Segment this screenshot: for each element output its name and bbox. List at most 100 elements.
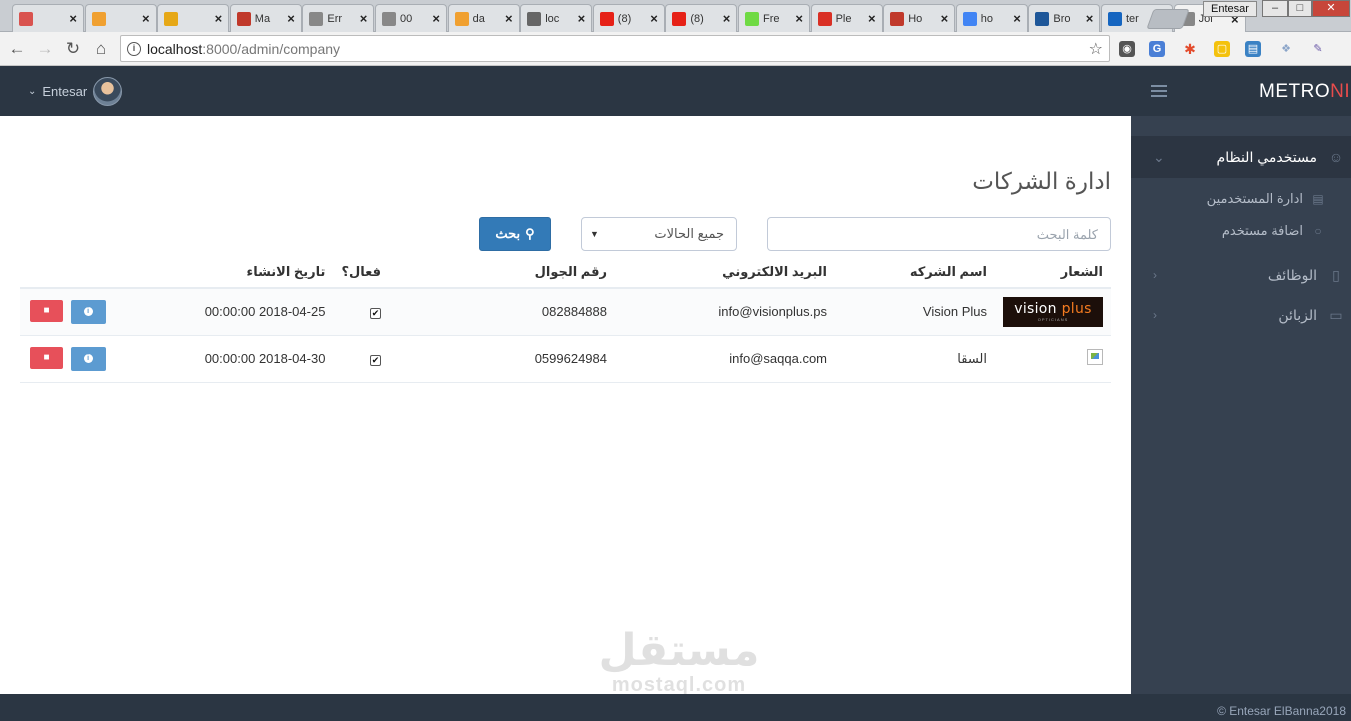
close-tab-icon[interactable]: × (215, 11, 223, 26)
extension-shield-icon[interactable]: ◉ (1119, 41, 1135, 57)
details-button[interactable]: i (70, 346, 106, 371)
new-tab-button[interactable] (1146, 9, 1190, 29)
home-icon[interactable]: ⌂ (90, 38, 112, 60)
browser-tab[interactable]: Fre × (738, 4, 810, 32)
url-path: :8000/admin/company (202, 40, 341, 57)
browser-tab[interactable]: × (84, 4, 157, 32)
browser-tab[interactable]: Bro × (1028, 4, 1101, 32)
sidebar-item-jobs[interactable]: ▯ الوظائف ‹ (1131, 254, 1351, 296)
close-tab-icon[interactable]: × (432, 11, 440, 26)
google-icon (962, 11, 977, 26)
company-mobile: 082884888 (389, 288, 615, 336)
keep-icon[interactable]: ▢ (1214, 41, 1230, 57)
browser-tab[interactable]: 00 × (375, 4, 447, 32)
user-icon: ☺ (1328, 149, 1344, 165)
close-tab-icon[interactable]: × (578, 11, 586, 26)
phpmyadmin-icon (91, 11, 106, 26)
status-filter-select[interactable]: جميع الحالات ▼ (581, 217, 737, 251)
close-tab-icon[interactable]: × (723, 11, 731, 26)
sidebar-item-label: مستخدمي النظام (1216, 148, 1317, 165)
browser-tab[interactable]: da × (447, 4, 520, 32)
table-header-row: الشعار اسم الشركه البريد الالكتروني رقم … (20, 256, 1111, 289)
browser-tab-title: loc (545, 12, 560, 25)
details-button[interactable]: i (70, 299, 106, 324)
active-checkbox[interactable]: ✔ (370, 355, 381, 366)
browser-tab[interactable]: × (12, 4, 84, 32)
profile-button[interactable]: Entesar (1203, 1, 1257, 17)
close-tab-icon[interactable]: × (69, 11, 77, 26)
browser-tab[interactable]: Ple × (810, 4, 883, 32)
monitor-icon: ▭ (1329, 307, 1343, 323)
sidebar-subitem-manage-users[interactable]: ▤ ادارة المستخدمين (1131, 184, 1351, 214)
pinwheel-icon[interactable]: ✱ (1182, 41, 1198, 57)
bookmark-star-icon[interactable]: ☆ (1089, 39, 1103, 59)
close-tab-icon[interactable]: × (505, 11, 513, 26)
info-icon: i (83, 354, 93, 363)
back-icon[interactable]: ← (6, 38, 28, 60)
browser-tab-title: Ple (835, 12, 852, 25)
close-tab-icon[interactable]: × (287, 11, 295, 26)
maximize-icon[interactable]: □ (1288, 0, 1312, 17)
translate-icon[interactable]: G (1149, 41, 1165, 57)
sidebar-subitem-add-user[interactable]: ○ اضافة مستخدم (1131, 216, 1351, 246)
hosting-icon (890, 11, 905, 26)
page-icon (382, 11, 396, 26)
copyright-text: © Entesar ElBanna2018 (1217, 704, 1346, 718)
user-menu[interactable]: ⌄ Entesar (28, 77, 123, 106)
table-row: السقا info@saqqa.com 0599624984 ✔ 2018-0… (20, 335, 1111, 383)
close-tab-icon[interactable]: × (360, 11, 368, 26)
box-icon (1035, 11, 1050, 26)
document-icon: ▯ (1332, 267, 1340, 283)
browser-tab-title: Bro (1053, 12, 1071, 25)
pen-icon[interactable]: ✎ (1310, 41, 1326, 57)
company-logo-cell: vision plus OPTICIANS (995, 288, 1111, 336)
site-info-icon[interactable]: i (127, 41, 141, 56)
browser-tab[interactable]: × (157, 4, 230, 32)
address-bar[interactable]: i localhost:8000/admin/company ☆ (120, 35, 1110, 62)
browser-tab-title: (8) (617, 12, 632, 25)
active-checkbox[interactable]: ✔ (370, 308, 381, 320)
sidebar-subitem-label: اضافة مستخدم (1221, 223, 1303, 238)
close-tab-icon[interactable]: × (868, 11, 876, 26)
company-active-cell: ✔ (333, 335, 389, 383)
close-tab-icon[interactable]: × (650, 11, 658, 26)
bulb-icon: ○ (1314, 224, 1322, 238)
sidebar-item-system-users[interactable]: ☺ مستخدمي النظام ⌄ (1131, 136, 1351, 178)
browser-tab[interactable]: (8) × (592, 4, 665, 32)
close-tab-icon[interactable]: × (142, 11, 150, 26)
company-name: Vision Plus (835, 288, 995, 336)
trash-icon: ■ (43, 352, 50, 363)
delete-button[interactable]: ■ (30, 346, 63, 369)
delete-button[interactable]: ■ (30, 299, 63, 322)
sidebar-item-label: الوظائف (1267, 266, 1317, 283)
browser-tab[interactable]: Ma × (229, 4, 302, 32)
close-tab-icon[interactable]: × (1086, 11, 1094, 26)
browser-tab-title: Err (327, 12, 343, 25)
column-header-mobile: رقم الجوال (389, 256, 615, 289)
close-tab-icon[interactable]: × (1013, 11, 1021, 26)
close-tab-icon[interactable]: × (795, 11, 803, 26)
search-input[interactable] (767, 217, 1111, 251)
browser-tab[interactable]: loc × (520, 4, 593, 32)
menu-toggle-icon[interactable] (1151, 85, 1167, 100)
browser-tab[interactable]: ho × (955, 4, 1028, 32)
url-host: localhost (147, 40, 203, 57)
close-tab-icon[interactable]: × (941, 11, 949, 26)
reload-icon[interactable]: ↻ (62, 38, 84, 60)
table-row: vision plus OPTICIANS Vision Plus info@v… (20, 288, 1111, 336)
dropbox-icon[interactable]: ❖ (1278, 41, 1294, 57)
browser-tab[interactable]: Err × (302, 4, 375, 32)
column-header-active: فعال؟ (333, 256, 389, 289)
column-header-email: البريد الالكتروني (615, 256, 835, 289)
sidebar-item-customers[interactable]: ▭ الزبائن ‹ (1131, 294, 1351, 336)
browser-tab[interactable]: (8) × (665, 4, 738, 32)
tm-icon (1108, 11, 1122, 26)
forward-icon[interactable]: → (34, 38, 56, 60)
minimize-icon[interactable]: – (1262, 0, 1288, 17)
drive-icon[interactable]: ▤ (1245, 41, 1261, 57)
close-window-icon[interactable]: ✕ (1312, 0, 1350, 17)
search-button[interactable]: ⚲ بحث (479, 217, 551, 251)
browser-tab[interactable]: Ho × (883, 4, 956, 32)
sidebar-subitem-label: ادارة المستخدمين (1206, 191, 1303, 206)
app-logo: METRONIC (1259, 81, 1351, 102)
